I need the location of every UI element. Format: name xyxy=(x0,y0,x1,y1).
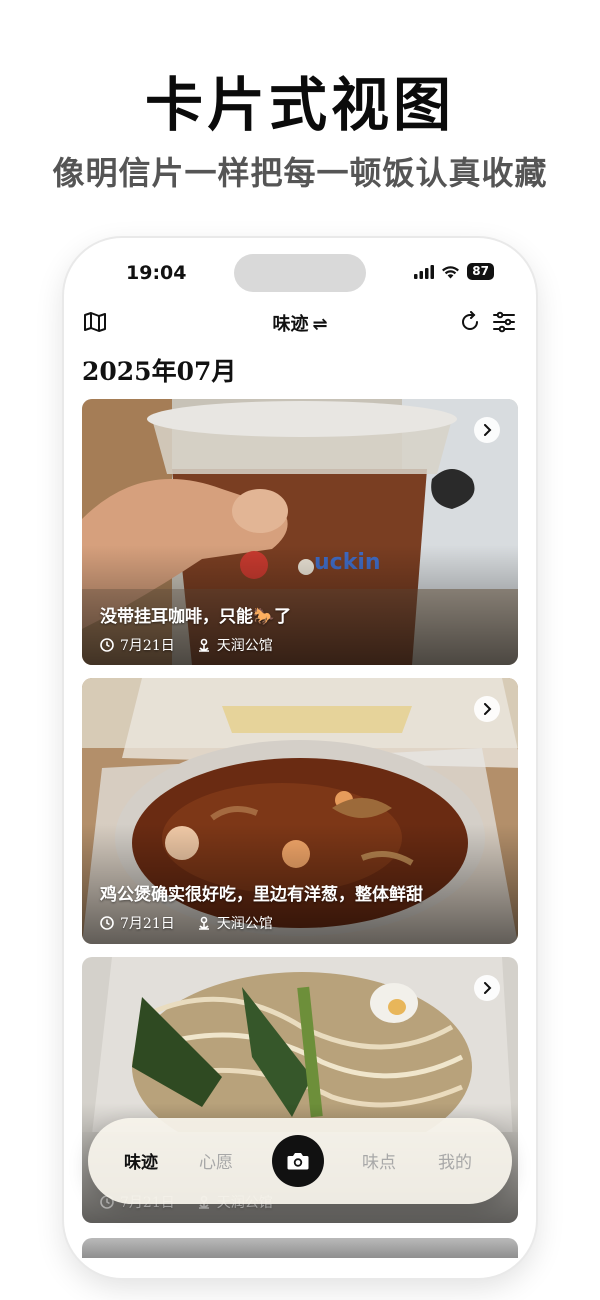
battery-indicator: 87 xyxy=(467,263,494,280)
tab-weidian[interactable]: 味点 xyxy=(362,1148,396,1173)
status-icons: 87 xyxy=(414,263,494,280)
top-nav: 味迹 ⇌ xyxy=(64,304,536,340)
promo-title: 卡片式视图 xyxy=(144,71,455,139)
camera-button[interactable] xyxy=(272,1135,324,1187)
refresh-icon[interactable] xyxy=(456,308,484,336)
chevron-right-icon[interactable] xyxy=(474,417,500,443)
card-caption: 鸡公煲确实很好吃，里边有洋葱，整体鲜甜 xyxy=(100,885,423,905)
card-place: 天润公馆 xyxy=(216,638,273,654)
card-date: 7月21日 xyxy=(120,638,175,654)
card-meta: 7月21日 天润公馆 xyxy=(100,913,273,933)
next-card-peek xyxy=(82,1238,518,1258)
location-pin-icon xyxy=(198,916,209,930)
card-caption: 没带挂耳咖啡，只能🐎了 xyxy=(100,607,292,627)
month-heading: 2025年07月 xyxy=(82,357,237,386)
location-pin-icon xyxy=(198,638,209,652)
card-place: 天润公馆 xyxy=(216,916,273,932)
food-card[interactable]: uckin 没带挂耳咖啡，只能🐎了 7月21日 天润公馆 xyxy=(82,399,518,665)
nav-title-text: 味迹 xyxy=(272,314,309,335)
clock-icon xyxy=(100,916,114,930)
status-time: 19:04 xyxy=(126,262,187,284)
wifi-icon xyxy=(442,265,460,278)
food-card[interactable]: 鸡公煲确实很好吃，里边有洋葱，整体鲜甜 7月21日 天润公馆 xyxy=(82,678,518,944)
card-meta: 7月21日 天润公馆 xyxy=(100,635,273,655)
filter-icon[interactable] xyxy=(490,308,518,336)
camera-icon xyxy=(287,1153,309,1170)
bottom-tab-bar: 味迹 心愿 味点 我的 xyxy=(88,1118,512,1204)
dynamic-island xyxy=(234,254,366,292)
swap-icon: ⇌ xyxy=(312,314,328,335)
chevron-right-icon[interactable] xyxy=(474,696,500,722)
tab-weiji[interactable]: 味迹 xyxy=(124,1148,158,1173)
card-date: 7月21日 xyxy=(120,916,175,932)
phone-frame: 19:04 87 味迹 ⇌ 2025年07月 没带挂耳咖啡，只能🐎了 7月21日… xyxy=(64,238,536,1278)
promo-subtitle: 像明信片一样把每一顿饭认真收藏 xyxy=(52,154,548,192)
clock-icon xyxy=(100,638,114,652)
tab-xinyuan[interactable]: 心愿 xyxy=(199,1148,233,1173)
chevron-right-icon[interactable] xyxy=(474,975,500,1001)
tab-wode[interactable]: 我的 xyxy=(438,1148,472,1173)
signal-icon xyxy=(414,264,435,279)
